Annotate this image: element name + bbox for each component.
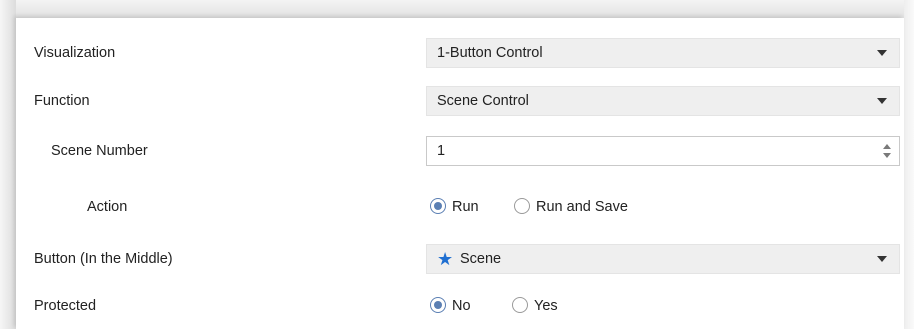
button-middle-row: Button (In the Middle) ★ Scene [16, 242, 904, 276]
button-middle-value: Scene [460, 251, 502, 267]
action-row: Action Run Run and Save [16, 190, 904, 224]
protected-yes-label: Yes [534, 298, 558, 314]
visualization-label: Visualization [34, 45, 116, 61]
window-frame-right [904, 0, 914, 329]
window-frame-left [0, 0, 16, 329]
protected-label: Protected [34, 298, 97, 314]
function-select[interactable]: Scene Control [426, 86, 900, 116]
spin-up-icon[interactable] [883, 144, 891, 149]
action-run-and-save-label: Run and Save [536, 199, 628, 215]
radio-selected-icon [430, 198, 446, 214]
window-frame-top [0, 0, 914, 18]
scene-number-label: Scene Number [51, 143, 148, 159]
protected-no-label: No [452, 298, 471, 314]
action-label: Action [87, 199, 128, 215]
function-row: Function Scene Control [16, 84, 904, 118]
visualization-row: Visualization 1-Button Control [16, 36, 904, 70]
radio-selected-icon [430, 297, 446, 313]
visualization-select[interactable]: 1-Button Control [426, 38, 900, 68]
parameters-panel: Visualization 1-Button Control Function … [16, 18, 904, 329]
radio-unselected-icon [514, 198, 530, 214]
function-value: Scene Control [437, 93, 529, 109]
scene-number-value: 1 [437, 143, 446, 159]
function-label: Function [34, 93, 90, 109]
chevron-down-icon [877, 98, 887, 104]
action-run-label: Run [452, 199, 479, 215]
chevron-down-icon [877, 256, 887, 262]
chevron-down-icon [877, 50, 887, 56]
visualization-value: 1-Button Control [437, 45, 543, 61]
protected-row: Protected No Yes [16, 289, 904, 323]
scene-number-row: Scene Number 1 [16, 134, 904, 168]
spin-down-icon[interactable] [883, 153, 891, 158]
radio-unselected-icon [512, 297, 528, 313]
star-icon: ★ [437, 249, 454, 269]
button-middle-label: Button (In the Middle) [34, 251, 173, 267]
button-middle-select[interactable]: ★ Scene [426, 244, 900, 274]
scene-number-stepper[interactable]: 1 [426, 136, 900, 166]
